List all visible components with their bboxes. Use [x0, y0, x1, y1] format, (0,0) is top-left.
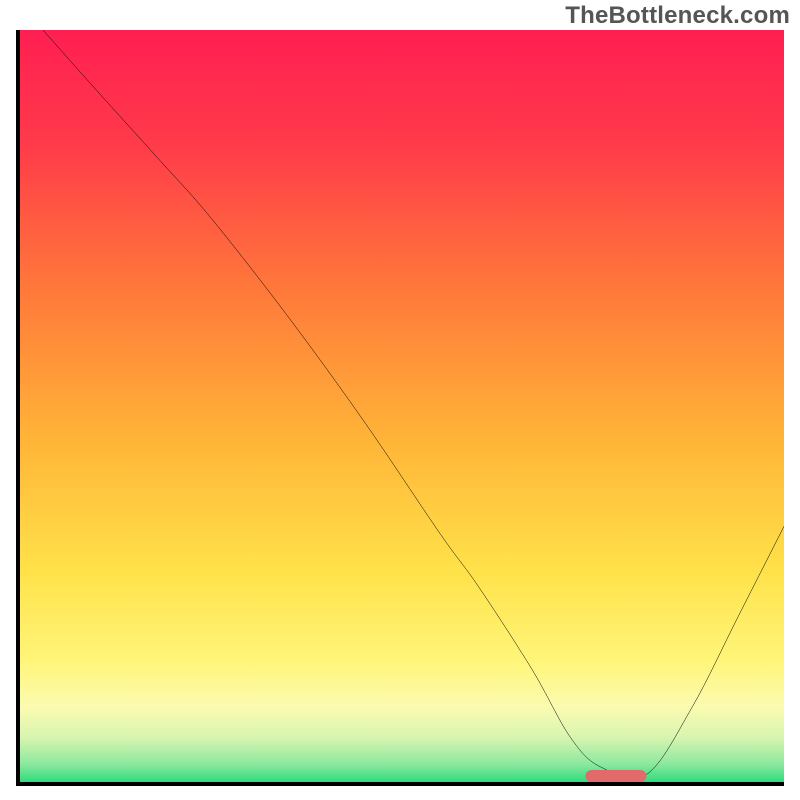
bottleneck-curve	[20, 30, 784, 782]
watermark-text: TheBottleneck.com	[565, 2, 790, 30]
chart-container: TheBottleneck.com	[0, 0, 800, 800]
plot-area	[16, 30, 784, 786]
optimal-range-marker	[585, 770, 646, 782]
